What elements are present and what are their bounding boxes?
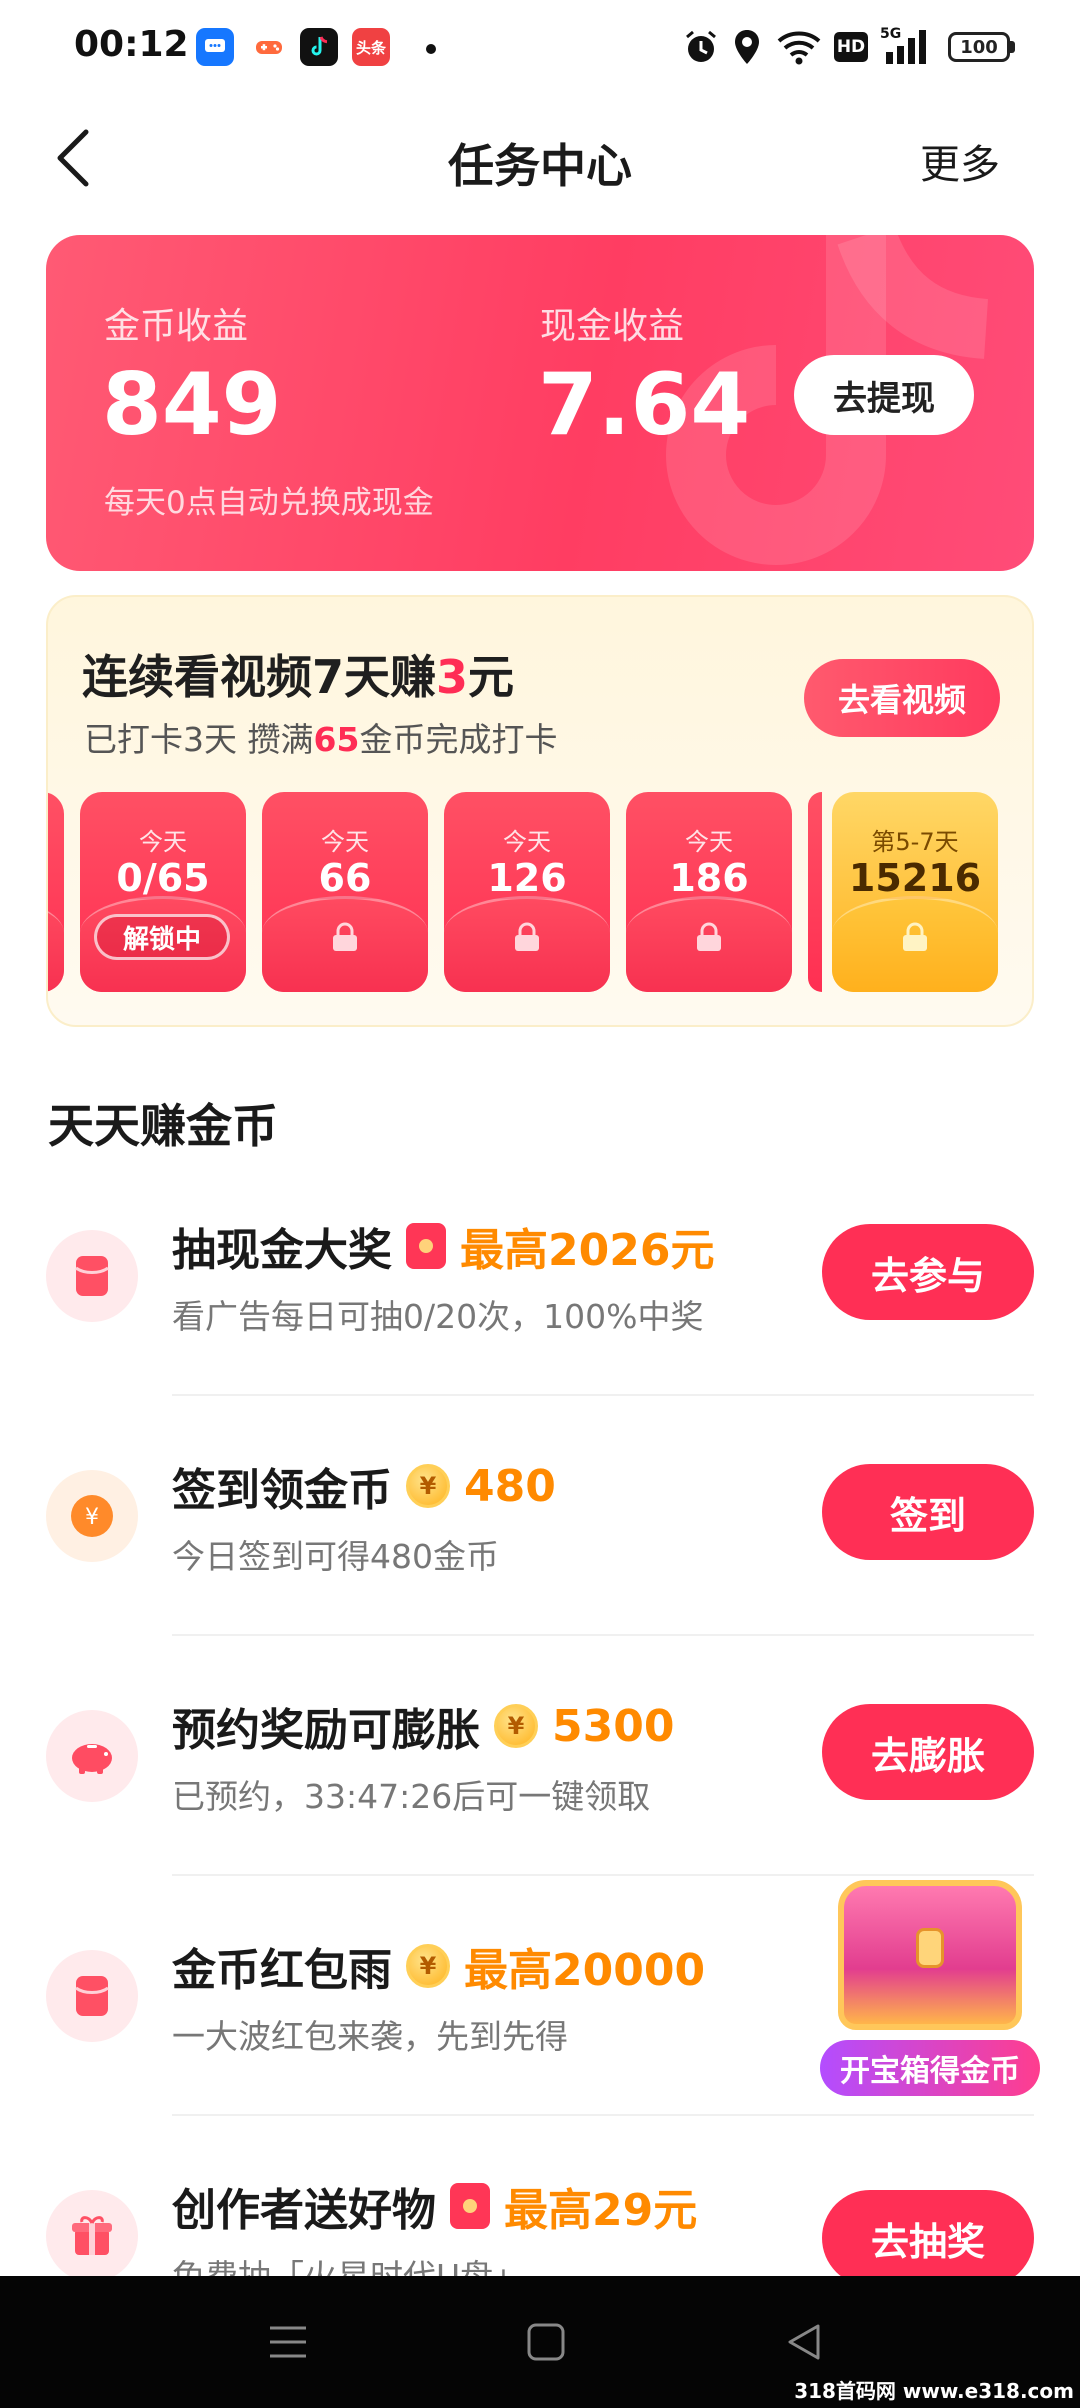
task-desc: 今日签到可得480金币: [172, 1537, 499, 1576]
unlocking-badge: 解锁中: [94, 914, 230, 960]
coin-icon: ¥: [494, 1704, 538, 1748]
day-envelope[interactable]: 今天 66: [262, 792, 428, 992]
task-name: 创作者送好物 最高29元: [172, 2183, 698, 2236]
red-packet-icon: [450, 2183, 490, 2229]
location-icon: [732, 28, 762, 66]
watch-streak-card: 连续看视频7天赚3元 已打卡3天 攒满65金币完成打卡 去看视频 今天 0/65…: [46, 595, 1034, 1027]
task-name: 金币红包雨 ¥ 最高20000: [172, 1944, 706, 1996]
wifi-icon: [776, 28, 822, 66]
day-envelope[interactable]: 今天 126: [444, 792, 610, 992]
exchange-note: 每天0点自动兑换成现金: [104, 485, 434, 521]
day-envelope[interactable]: 今天 186: [626, 792, 792, 992]
svg-text:¥: ¥: [85, 1505, 99, 1530]
battery-indicator: 100: [948, 32, 1010, 62]
divider: [172, 1874, 1034, 1876]
message-icon: [196, 28, 234, 66]
partial-envelope: [808, 792, 822, 992]
more-button[interactable]: 更多: [920, 132, 1000, 190]
task-name: 签到领金币 ¥480: [172, 1460, 556, 1517]
status-bar: 00:12 头条 HD 5G 100: [0, 0, 1080, 96]
game-icon: [250, 28, 288, 66]
watermark-text: 318首码网 www.e318.com: [794, 2379, 1074, 2403]
treasure-label: 开宝箱得金币: [820, 2040, 1040, 2096]
task-desc: 一大波红包来袭，先到先得: [172, 2017, 568, 2056]
home-icon[interactable]: [526, 2322, 566, 2362]
piggy-bank-icon: [46, 1710, 138, 1802]
hd-icon: HD: [834, 32, 868, 62]
coin-icon: ¥: [406, 1944, 450, 1988]
page-title: 任务中心: [448, 139, 632, 193]
past-day-envelope: [48, 792, 64, 992]
streak-subtitle: 已打卡3天 攒满65金币完成打卡: [84, 720, 558, 759]
alarm-icon: [682, 28, 720, 66]
chest-lock-icon: [916, 1928, 944, 1968]
task-name: 抽现金大奖 最高2026元: [172, 1223, 715, 1276]
sign-in-button[interactable]: 签到: [822, 1464, 1034, 1560]
gift-icon: [46, 2190, 138, 2282]
go-watch-button[interactable]: 去看视频: [804, 659, 1000, 737]
earnings-card: 金币收益 849 现金收益 7.64 每天0点自动兑换成现金 去提现: [46, 235, 1034, 571]
expand-button[interactable]: 去膨胀: [822, 1704, 1034, 1800]
coin-earnings-value: 849: [102, 355, 282, 455]
cash-earnings-value: 7.64: [538, 355, 751, 455]
task-name: 预约奖励可膨胀 ¥5300: [172, 1700, 675, 1757]
notification-dot: [426, 44, 436, 54]
task-row: 抽现金大奖 最高2026元 看广告每日可抽0/20次，100%中奖 去参与: [0, 1200, 1080, 1440]
system-nav-bar: 318首码网 www.e318.com: [0, 2276, 1080, 2408]
yuan-coin-icon: ¥: [46, 1470, 138, 1562]
day-envelope[interactable]: 今天 0/65 解锁中: [80, 792, 246, 992]
status-time: 00:12: [74, 24, 189, 65]
coin-earnings-label: 金币收益: [104, 306, 249, 347]
red-packet-icon: [46, 1230, 138, 1322]
cash-earnings-label: 现金收益: [540, 306, 685, 347]
signal-icon: 5G: [880, 26, 934, 66]
menu-icon[interactable]: [268, 2324, 308, 2360]
lock-icon: [903, 922, 927, 951]
lock-icon: [333, 922, 357, 951]
lock-icon: [697, 922, 721, 951]
divider: [172, 1634, 1034, 1636]
coin-icon: ¥: [406, 1464, 450, 1508]
toutiao-icon: 头条: [352, 28, 390, 66]
withdraw-button[interactable]: 去提现: [794, 355, 974, 435]
tiktok-icon: [300, 28, 338, 66]
red-packet-icon: [46, 1950, 138, 2042]
treasure-chest-button[interactable]: 开宝箱得金币: [820, 1880, 1040, 2100]
task-desc: 看广告每日可抽0/20次，100%中奖: [172, 1297, 704, 1336]
section-title: 天天赚金币: [48, 1099, 278, 1153]
task-row: ¥ 签到领金币 ¥480 今日签到可得480金币 签到: [0, 1440, 1080, 1680]
battery-tip: [1010, 41, 1015, 53]
red-packet-icon: [406, 1223, 446, 1269]
lock-icon: [515, 922, 539, 951]
task-desc: 已预约，33:47:26后可一键领取: [172, 1777, 651, 1816]
divider: [172, 1394, 1034, 1396]
back-nav-icon[interactable]: [784, 2322, 824, 2362]
streak-title: 连续看视频7天赚3元: [82, 650, 515, 704]
day-envelope-bonus[interactable]: 第5-7天 15216: [832, 792, 998, 992]
draw-button[interactable]: 去抽奖: [822, 2190, 1034, 2286]
join-button[interactable]: 去参与: [822, 1224, 1034, 1320]
divider: [172, 2114, 1034, 2116]
